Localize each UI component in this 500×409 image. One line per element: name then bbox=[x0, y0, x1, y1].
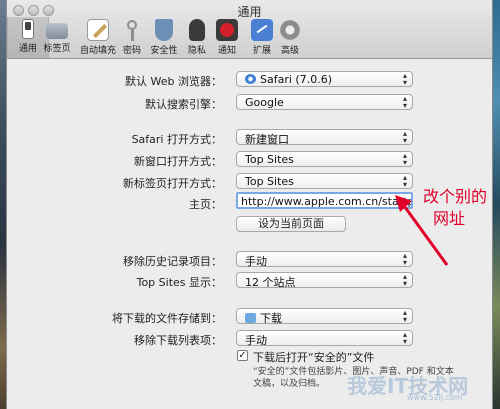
popup-arrows-icon: ▴ ▾ bbox=[402, 330, 407, 346]
remove-download-label: 移除下载列表项： bbox=[134, 334, 222, 347]
popup-arrows-icon: ▴ ▾ bbox=[402, 173, 407, 189]
notification-icon bbox=[216, 19, 238, 41]
homepage-value: http://www.apple.com.cn/startpage/ bbox=[241, 195, 411, 208]
gear-icon bbox=[279, 19, 301, 41]
homepage-label: 主页： bbox=[189, 198, 222, 211]
popup-arrows-icon: ▴ ▾ bbox=[402, 272, 407, 288]
homepage-field[interactable]: http://www.apple.com.cn/startpage/ bbox=[236, 192, 413, 209]
key-icon bbox=[121, 19, 143, 41]
open-safe-files-checkbox[interactable]: ✓ bbox=[237, 350, 248, 361]
safe-files-note-line2: 文稿，以及归档。 bbox=[253, 379, 326, 389]
toolbar-item-tabs[interactable]: 标签页 bbox=[37, 17, 77, 57]
preferences-window: 通用 通用 标签页 自动填充 密码 安全性 隐私 通知 扩展 高级 默认 Web… bbox=[6, 0, 493, 409]
new-window-opens-value: Top Sites bbox=[245, 153, 294, 166]
remove-history-popup[interactable]: 手动 ▴ ▾ bbox=[236, 251, 413, 268]
toolbar-label: 通知 bbox=[217, 46, 236, 56]
remove-history-value: 手动 bbox=[245, 255, 267, 268]
remove-download-popup[interactable]: 手动 ▴ ▾ bbox=[236, 330, 413, 347]
download-location-popup[interactable]: 下载 ▴ ▾ bbox=[236, 308, 413, 325]
new-tab-opens-value: Top Sites bbox=[245, 175, 294, 188]
safari-opens-value: 新建窗口 bbox=[245, 133, 289, 146]
toolbar-item-advanced[interactable]: 高级 bbox=[270, 17, 310, 57]
title-bar: 通用 通用 标签页 自动填充 密码 安全性 隐私 通知 扩展 高级 bbox=[7, 0, 492, 59]
toolbar-label: 标签页 bbox=[43, 44, 71, 54]
popup-arrows-icon: ▴ ▾ bbox=[402, 71, 407, 87]
search-engine-popup[interactable]: Google ▴ ▾ bbox=[236, 94, 413, 110]
top-sites-show-value: 12 个站点 bbox=[245, 276, 296, 289]
default-browser-value: Safari (7.0.6) bbox=[260, 73, 332, 86]
switch-icon bbox=[22, 19, 34, 39]
new-tab-opens-label: 新标签页打开方式： bbox=[123, 177, 222, 190]
checkmark-icon: ✓ bbox=[238, 350, 247, 361]
safari-opens-popup[interactable]: 新建窗口 ▴ ▾ bbox=[236, 129, 413, 146]
top-sites-show-popup[interactable]: 12 个站点 ▴ ▾ bbox=[236, 272, 413, 289]
watermark-url: www.52ij.com bbox=[407, 393, 463, 402]
toolbar-label: 高级 bbox=[280, 46, 299, 56]
popup-arrows-icon: ▴ ▾ bbox=[402, 151, 407, 167]
new-tab-opens-popup[interactable]: Top Sites ▴ ▾ bbox=[236, 173, 413, 189]
safari-opens-label: Safari 打开方式： bbox=[131, 133, 222, 146]
toolbar-item-notifications[interactable]: 通知 bbox=[207, 17, 247, 57]
safari-icon bbox=[245, 74, 256, 84]
download-location-label: 将下载的文件存储到： bbox=[112, 312, 222, 325]
annotation-line1: 改个别的 bbox=[423, 187, 488, 206]
pencil-icon bbox=[87, 19, 109, 41]
default-browser-label: 默认 Web 浏览器： bbox=[125, 75, 222, 88]
open-safe-files-label: 下载后打开“安全的”文件 bbox=[253, 351, 375, 364]
folder-icon bbox=[245, 313, 256, 323]
top-sites-show-label: Top Sites 显示： bbox=[136, 276, 222, 289]
popup-arrows-icon: ▴ ▾ bbox=[402, 308, 407, 324]
default-browser-popup[interactable]: Safari (7.0.6) ▴ ▾ bbox=[236, 71, 413, 87]
tabs-icon bbox=[46, 23, 68, 39]
popup-arrows-icon: ▴ ▾ bbox=[402, 129, 407, 145]
set-current-page-button[interactable]: 设为当前页面 bbox=[236, 216, 346, 232]
annotation-text: 改个别的 网址 bbox=[423, 186, 487, 230]
remove-download-value: 手动 bbox=[245, 334, 267, 347]
new-window-opens-label: 新窗口打开方式： bbox=[134, 155, 222, 168]
shield-icon bbox=[155, 19, 173, 41]
download-location-value: 下载 bbox=[260, 312, 282, 325]
search-engine-label: 默认搜索引擎： bbox=[145, 98, 222, 111]
remove-history-label: 移除历史记录项目： bbox=[123, 255, 222, 268]
hand-icon bbox=[189, 19, 205, 41]
annotation-line2: 网址 bbox=[433, 209, 466, 228]
popup-arrows-icon: ▴ ▾ bbox=[402, 94, 407, 110]
search-engine-value: Google bbox=[245, 96, 284, 109]
new-window-opens-popup[interactable]: Top Sites ▴ ▾ bbox=[236, 151, 413, 167]
